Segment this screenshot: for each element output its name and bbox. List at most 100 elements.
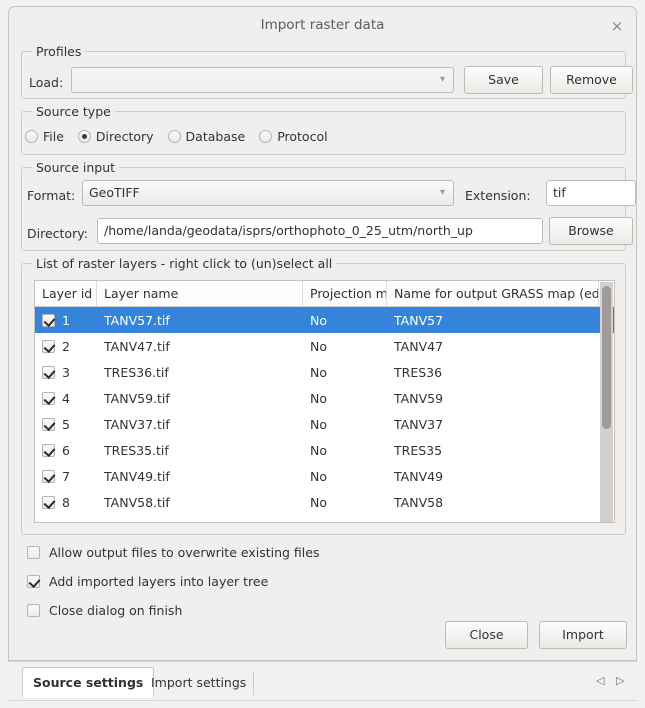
raster-layers-group: List of raster layers - right click to (…: [21, 256, 626, 535]
browse-button[interactable]: Browse: [549, 217, 633, 245]
format-combo[interactable]: GeoTIFF ▾: [82, 180, 454, 206]
cell-projection: No: [310, 494, 327, 510]
row-checkbox-icon[interactable]: [42, 417, 55, 431]
cell-output-name[interactable]: TANV59: [387, 391, 599, 406]
table-header-layer-id[interactable]: Layer id: [35, 281, 97, 306]
radio-on-icon: [77, 130, 91, 143]
source-type-radio-directory[interactable]: Directory: [77, 129, 154, 144]
cell-layer-id: 4: [35, 391, 97, 406]
source-type-radio-file[interactable]: File: [25, 129, 64, 144]
cell-output-name[interactable]: TANV47: [387, 339, 599, 354]
row-checkbox-icon[interactable]: [42, 469, 55, 483]
profiles-load-combo[interactable]: ▾: [71, 67, 454, 93]
cell-layer-id-text: 7: [62, 468, 70, 484]
cell-layer-id-text: 2: [62, 338, 70, 354]
cell-layer-id: 8: [35, 495, 97, 510]
cell-layer-name: TANV57.tif: [104, 312, 170, 328]
settings-tabstrip: Source settings Import settings ◁ ▷: [8, 661, 637, 701]
cell-layer-id: 5: [35, 417, 97, 432]
source-type-radio-group: File Directory Database Protocol: [25, 129, 342, 144]
row-checkbox-icon[interactable]: [42, 391, 55, 405]
directory-input[interactable]: /home/landa/geodata/isprs/orthophoto_0_2…: [97, 218, 543, 244]
source-type-radio-file-label: File: [43, 129, 64, 144]
profiles-save-button[interactable]: Save: [464, 66, 543, 94]
option-add-layers-checkbox[interactable]: Add imported layers into layer tree: [27, 574, 268, 589]
cell-projection: No: [310, 338, 327, 354]
cell-layer-id: 7: [35, 469, 97, 484]
table-row[interactable]: 5 TANV37.tif No TANV37: [35, 411, 614, 437]
cell-output-name[interactable]: TANV37: [387, 417, 599, 432]
option-add-layers-label: Add imported layers into layer tree: [49, 574, 269, 589]
cell-output-name[interactable]: TRES35: [387, 443, 599, 458]
import-raster-dialog: Import raster data × Profiles Load: ▾ Sa…: [8, 6, 637, 661]
option-close-on-finish-label: Close dialog on finish: [49, 603, 183, 618]
profiles-load-label: Load:: [29, 75, 64, 90]
close-button[interactable]: Close: [445, 621, 528, 649]
cell-layer-id-text: 3: [62, 364, 70, 380]
cell-output-name[interactable]: TANV57: [387, 313, 599, 328]
cell-layer-name: TRES36.tif: [104, 364, 169, 380]
table-row[interactable]: 2 TANV47.tif No TANV47: [35, 333, 614, 359]
option-close-on-finish-checkbox[interactable]: Close dialog on finish: [27, 603, 182, 618]
checkbox-off-icon: [27, 546, 40, 559]
cell-projection: No: [310, 468, 327, 484]
format-label: Format:: [27, 188, 76, 203]
cell-projection: No: [310, 390, 327, 406]
profiles-remove-button[interactable]: Remove: [550, 66, 633, 94]
tab-import-settings[interactable]: Import settings: [140, 667, 257, 698]
table-row[interactable]: 3 TRES36.tif No TRES36: [35, 359, 614, 385]
table-row[interactable]: 6 TRES35.tif No TRES35: [35, 437, 614, 463]
import-button[interactable]: Import: [539, 621, 627, 649]
table-row[interactable]: 8 TANV58.tif No TANV58: [35, 489, 614, 515]
extension-input[interactable]: tif: [546, 180, 636, 206]
table-row[interactable]: 4 TANV59.tif No TANV59: [35, 385, 614, 411]
cell-output-name[interactable]: TANV49: [387, 469, 599, 484]
cell-output-name[interactable]: TANV58: [387, 495, 599, 510]
cell-projection: No: [310, 416, 327, 432]
table-header-projection[interactable]: Projection ma: [303, 281, 387, 306]
tab-scroll-right-icon[interactable]: ▷: [616, 674, 624, 687]
cell-layer-name: TANV37.tif: [104, 416, 170, 432]
cell-layer-name: TRES35.tif: [104, 442, 169, 458]
extension-label: Extension:: [465, 188, 531, 203]
raster-layers-group-legend: List of raster layers - right click to (…: [32, 256, 337, 271]
row-checkbox-icon[interactable]: [42, 443, 55, 457]
cell-output-name[interactable]: TRES36: [387, 365, 599, 380]
scrollbar-thumb[interactable]: [602, 286, 611, 429]
chevron-down-icon: ▾: [439, 74, 445, 85]
table-vertical-scrollbar[interactable]: [600, 282, 613, 522]
dialog-title: Import raster data: [260, 17, 385, 33]
row-checkbox-icon[interactable]: [42, 339, 55, 353]
checkbox-on-icon: [27, 575, 40, 588]
source-input-group-legend: Source input: [32, 160, 120, 175]
tab-scroll-left-icon[interactable]: ◁: [596, 674, 604, 687]
source-type-radio-database-label: Database: [185, 129, 246, 144]
row-checkbox-icon[interactable]: [42, 365, 55, 379]
row-checkbox-icon[interactable]: [42, 495, 55, 509]
tab-source-settings[interactable]: Source settings: [22, 667, 155, 698]
chevron-down-icon: ▾: [439, 187, 445, 198]
row-checkbox-icon[interactable]: [42, 313, 55, 327]
table-row[interactable]: 7 TANV49.tif No TANV49: [35, 463, 614, 489]
table-header-layer-name[interactable]: Layer name: [97, 281, 303, 306]
cell-layer-id-text: 6: [62, 442, 70, 458]
table-header-row: Layer id Layer name Projection ma Name f…: [35, 281, 614, 307]
raster-layers-table: Layer id Layer name Projection ma Name f…: [34, 280, 615, 523]
tab-separator: [253, 671, 254, 695]
source-type-radio-database[interactable]: Database: [167, 129, 246, 144]
source-type-radio-protocol-label: Protocol: [277, 129, 328, 144]
cell-layer-id-text: 8: [62, 494, 70, 510]
table-row[interactable]: 1 TANV57.tif No TANV57: [35, 307, 614, 333]
table-body: 1 TANV57.tif No TANV57 2 TANV47.tif No T…: [35, 307, 614, 515]
option-overwrite-checkbox[interactable]: Allow output files to overwrite existing…: [27, 545, 319, 560]
radio-off-icon: [25, 130, 38, 143]
table-header-output-name[interactable]: Name for output GRASS map (ed: [387, 281, 599, 306]
cell-layer-id: 6: [35, 443, 97, 458]
directory-label: Directory:: [27, 226, 88, 241]
cell-projection: No: [310, 312, 327, 328]
source-type-radio-protocol[interactable]: Protocol: [259, 129, 328, 144]
cell-projection: No: [310, 442, 327, 458]
cell-layer-id: 1: [35, 313, 97, 328]
radio-off-icon: [259, 130, 273, 143]
close-icon[interactable]: ×: [608, 18, 626, 36]
